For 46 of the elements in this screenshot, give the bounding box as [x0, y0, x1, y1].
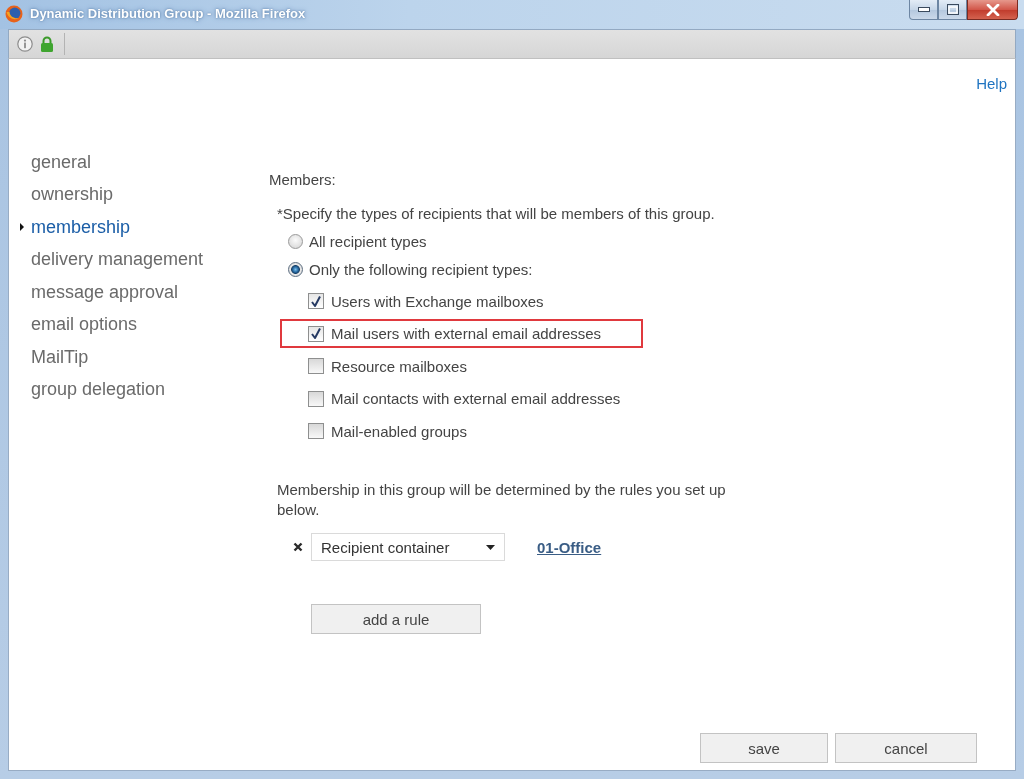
value-link[interactable]: 01-Office — [537, 538, 602, 556]
checkbox-label: Mail-enabled groups — [331, 422, 467, 440]
sidebar-item[interactable]: MailTip — [20, 341, 89, 374]
radio-button[interactable] — [288, 233, 303, 249]
checkbox-label: Users with Exchange mailboxes — [331, 292, 544, 310]
property-dropdown[interactable]: Recipient container — [311, 533, 505, 561]
minimize-icon — [917, 7, 930, 12]
minimize-button[interactable] — [909, 0, 938, 20]
checkbox-label: Mail contacts with external email addresses — [331, 390, 621, 407]
sidebar-item[interactable]: ownership — [20, 178, 114, 211]
caret-icon — [486, 544, 495, 550]
globe-icon — [5, 5, 23, 23]
checkbox[interactable] — [308, 293, 324, 309]
help-link[interactable]: Help — [976, 74, 1007, 94]
checkbox-label: Mail users with external email addresses — [331, 325, 602, 342]
sidebar-item[interactable]: delivery management — [20, 243, 204, 276]
maximize-button[interactable] — [938, 0, 967, 20]
add-rule-button[interactable]: add a rule — [311, 604, 481, 634]
sidebar-item[interactable]: group delegation — [20, 373, 166, 406]
triangle-icon — [20, 223, 24, 232]
checkbox[interactable] — [308, 358, 324, 374]
sidebar-item[interactable]: email options — [20, 308, 138, 341]
checkbox[interactable] — [308, 325, 324, 342]
dialog-button[interactable]: cancel — [835, 733, 977, 763]
check-icon — [311, 295, 321, 307]
checkbox-label: Resource mailboxes — [331, 357, 467, 375]
sidebar-item[interactable]: message approval — [20, 276, 179, 309]
info-icon[interactable] — [17, 36, 33, 52]
checkbox[interactable] — [308, 390, 324, 407]
lock-icon[interactable] — [40, 36, 54, 52]
radio-label: Only the following recipient types: — [309, 260, 533, 278]
close-button[interactable] — [967, 0, 1018, 20]
sidebar-item[interactable]: membership — [20, 211, 131, 244]
sidebar-item[interactable]: general — [20, 146, 92, 179]
window-title: Dynamic Distribution Group - Mozilla Firefox — [30, 6, 306, 22]
radio-label: All recipient types — [309, 232, 427, 250]
rules-description: Membership in this group will be determined by the rules you set up below. — [277, 480, 727, 520]
radio-button[interactable] — [288, 261, 303, 277]
delete-icon[interactable] — [293, 542, 303, 552]
checkbox[interactable] — [308, 423, 324, 439]
dialog-button[interactable]: save — [700, 733, 828, 763]
check-icon — [311, 328, 321, 339]
instruction-text: *Specify the types of recipients that will be members of this group. — [277, 205, 715, 223]
maximize-icon — [946, 4, 959, 15]
close-icon — [985, 3, 1000, 16]
section-heading: Members: — [269, 171, 336, 189]
